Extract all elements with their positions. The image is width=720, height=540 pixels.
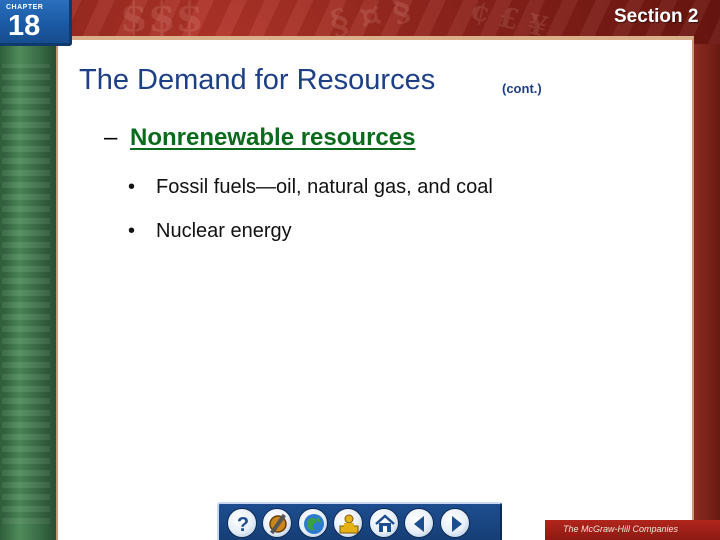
bullet-symbol: • (128, 220, 136, 242)
bullet-item: • Nuclear energy (128, 220, 292, 243)
title-suffix: (cont.) (502, 81, 542, 96)
bullet-item: • Fossil fuels—oil, natural gas, and coal (128, 176, 493, 199)
bullet-text: Nuclear energy (156, 220, 292, 242)
question-icon: ? (237, 514, 249, 536)
left-decorative-strip (0, 44, 56, 540)
previous-button[interactable] (404, 508, 434, 538)
currency-decoration: $$$ (120, 0, 204, 41)
publisher-bar: The McGraw-Hill Companies (545, 520, 720, 540)
section-label: Section 2 (614, 6, 699, 27)
arrow-right-icon (452, 516, 462, 532)
navigation-bar: ? (217, 502, 502, 540)
bullet-text: Fossil fuels—oil, natural gas, and coal (156, 176, 493, 198)
resources-button[interactable] (262, 508, 292, 538)
home-button[interactable] (369, 508, 399, 538)
subheading: Nonrenewable resources (130, 124, 416, 151)
next-button[interactable] (440, 508, 470, 538)
presenter-icon (339, 514, 359, 534)
content-panel (56, 36, 694, 540)
right-decorative-strip (694, 44, 720, 540)
slide-title: The Demand for Resources (79, 64, 436, 96)
web-button[interactable] (298, 508, 328, 538)
home-icon (375, 514, 395, 532)
strip-ornament (2, 64, 50, 524)
chapter-tab: CHAPTER 18 (0, 0, 72, 46)
presentation-button[interactable] (333, 508, 363, 538)
tools-icon (269, 513, 287, 535)
arrow-left-icon (414, 516, 424, 532)
chapter-number: 18 (8, 10, 41, 42)
globe-icon (304, 514, 324, 534)
help-button[interactable]: ? (227, 508, 257, 538)
bullet-symbol: • (128, 176, 136, 198)
publisher-name: The McGraw-Hill Companies (563, 524, 679, 534)
subheading-dash: – (104, 124, 118, 151)
svg-text:?: ? (237, 514, 249, 536)
